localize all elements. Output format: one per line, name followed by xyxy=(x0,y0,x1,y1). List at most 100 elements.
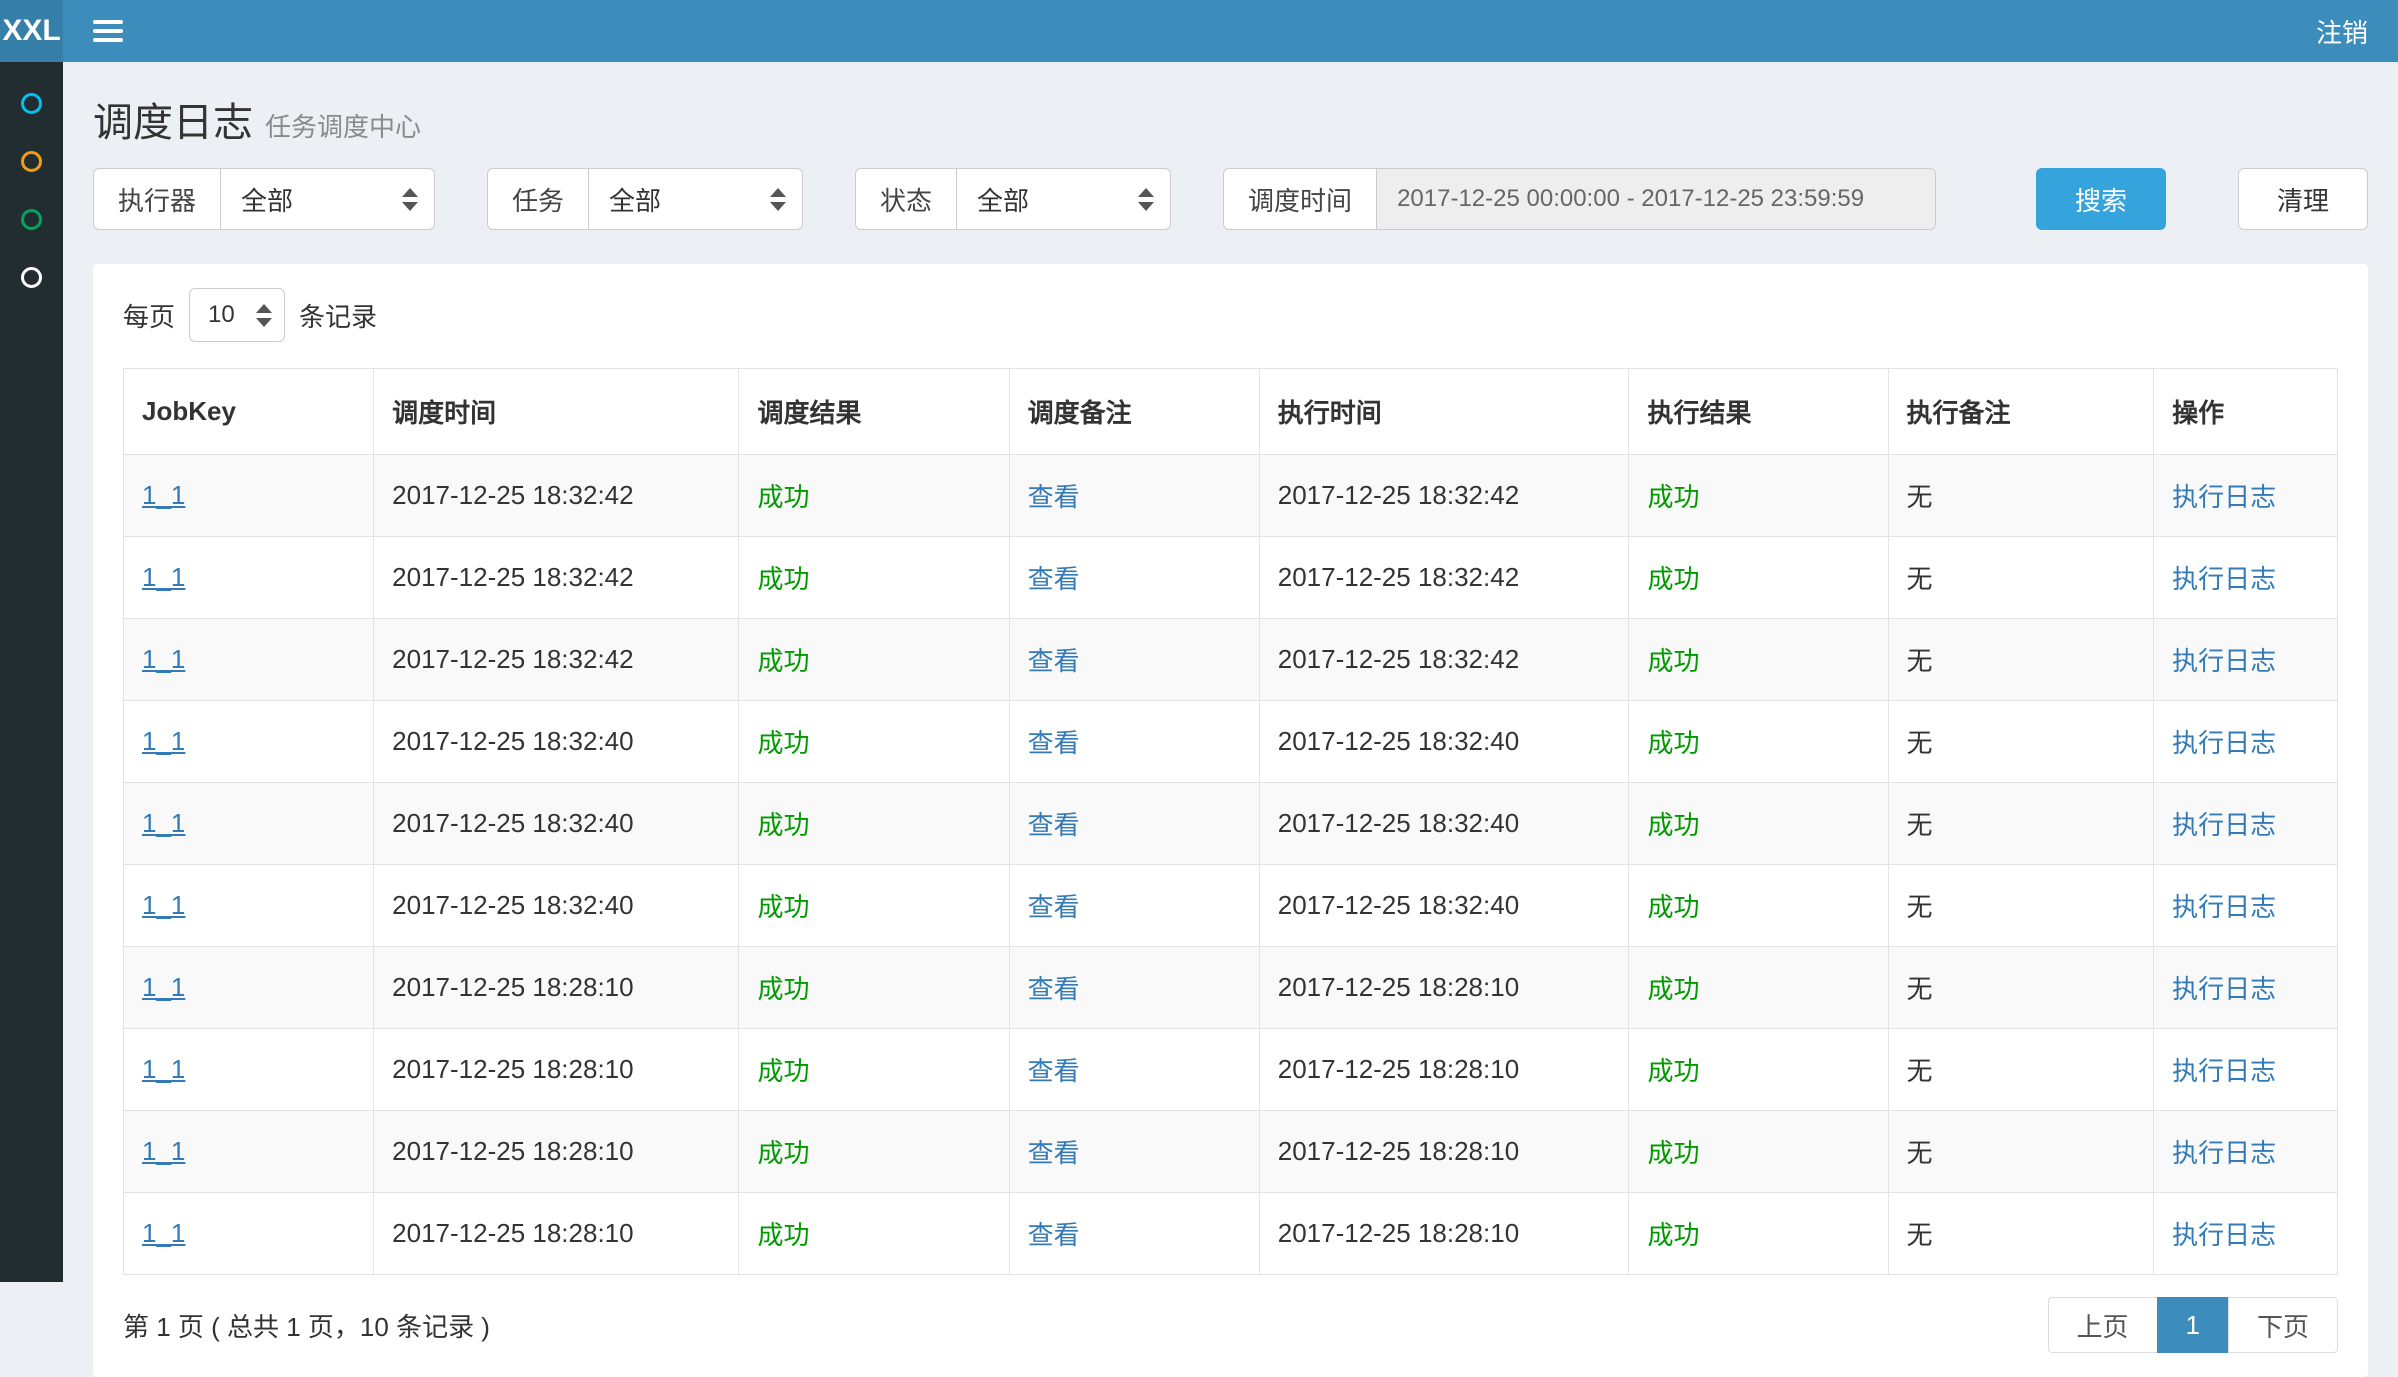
exec-result-text: 成功 xyxy=(1647,1138,1699,1168)
prev-page-button[interactable]: 上页 xyxy=(2048,1297,2158,1353)
log-table-box: 每页 10 条记录 JobKey调度时间调度结果调度备注执行时间执行结果执行备注… xyxy=(93,264,2368,1377)
column-header: JobKey xyxy=(124,369,374,455)
exec-log-link[interactable]: 执行日志 xyxy=(2172,646,2276,676)
exec-log-link[interactable]: 执行日志 xyxy=(2172,728,2276,758)
dispatch-result-text: 成功 xyxy=(757,1138,809,1168)
select-arrows-icon xyxy=(1138,188,1154,211)
page-size-row: 每页 10 条记录 xyxy=(123,288,2338,342)
next-page-button[interactable]: 下页 xyxy=(2228,1297,2338,1353)
time-filter-label: 调度时间 xyxy=(1223,168,1376,230)
column-header: 操作 xyxy=(2154,369,2338,455)
table-row: 1_1 2017-12-25 18:32:42 成功 查看 2017-12-25… xyxy=(124,537,2338,619)
sidebar-toggle-button[interactable] xyxy=(93,15,123,47)
circle-icon xyxy=(21,267,42,288)
exec-result-text: 成功 xyxy=(1647,482,1699,512)
pagination-controls: 上页 1 下页 xyxy=(2048,1297,2339,1353)
dispatch-remark-link[interactable]: 查看 xyxy=(1028,564,1080,594)
job-key-link[interactable]: 1_1 xyxy=(142,480,185,510)
dispatch-remark-link[interactable]: 查看 xyxy=(1028,728,1080,758)
exec-log-link[interactable]: 执行日志 xyxy=(2172,974,2276,1004)
job-key-link[interactable]: 1_1 xyxy=(142,644,185,674)
main-content: 调度日志任务调度中心 执行器 全部 任务 全部 状态 全部 调度时间 xyxy=(63,62,2398,1377)
exec-remark-cell: 无 xyxy=(1888,455,2154,537)
exec-result-text: 成功 xyxy=(1647,1220,1699,1250)
dispatch-time-cell: 2017-12-25 18:32:40 xyxy=(374,783,739,865)
dispatch-remark-link[interactable]: 查看 xyxy=(1028,974,1080,1004)
exec-time-cell: 2017-12-25 18:32:40 xyxy=(1259,865,1629,947)
dispatch-remark-link[interactable]: 查看 xyxy=(1028,482,1080,512)
table-body: 1_1 2017-12-25 18:32:42 成功 查看 2017-12-25… xyxy=(124,455,2338,1275)
time-range-input[interactable] xyxy=(1376,168,1936,230)
search-button[interactable]: 搜索 xyxy=(2036,168,2166,230)
logout-link[interactable]: 注销 xyxy=(2316,13,2368,50)
exec-time-cell: 2017-12-25 18:28:10 xyxy=(1259,1029,1629,1111)
job-key-link[interactable]: 1_1 xyxy=(142,1218,185,1248)
page-size-select[interactable]: 10 xyxy=(189,288,285,342)
status-select[interactable]: 全部 xyxy=(956,168,1171,230)
exec-log-link[interactable]: 执行日志 xyxy=(2172,1056,2276,1086)
exec-remark-cell: 无 xyxy=(1888,1193,2154,1275)
exec-remark-cell: 无 xyxy=(1888,865,2154,947)
dispatch-time-cell: 2017-12-25 18:28:10 xyxy=(374,1111,739,1193)
exec-log-link[interactable]: 执行日志 xyxy=(2172,1220,2276,1250)
sidebar-item-4[interactable] xyxy=(0,248,63,306)
sidebar-item-3[interactable] xyxy=(0,190,63,248)
pagination-row: 第 1 页 ( 总共 1 页，10 条记录 ) 上页 1 下页 xyxy=(123,1297,2338,1353)
exec-remark-cell: 无 xyxy=(1888,1111,2154,1193)
dispatch-remark-link[interactable]: 查看 xyxy=(1028,1056,1080,1086)
job-key-link[interactable]: 1_1 xyxy=(142,972,185,1002)
exec-log-link[interactable]: 执行日志 xyxy=(2172,1138,2276,1168)
exec-time-cell: 2017-12-25 18:32:40 xyxy=(1259,783,1629,865)
status-select-value: 全部 xyxy=(977,181,1029,218)
job-key-link[interactable]: 1_1 xyxy=(142,726,185,756)
table-row: 1_1 2017-12-25 18:32:40 成功 查看 2017-12-25… xyxy=(124,701,2338,783)
hamburger-icon xyxy=(93,20,123,24)
select-arrows-icon xyxy=(402,188,418,211)
filter-bar: 执行器 全部 任务 全部 状态 全部 调度时间 搜索 清理 xyxy=(93,168,2368,230)
dispatch-time-cell: 2017-12-25 18:28:10 xyxy=(374,1029,739,1111)
time-filter-group: 调度时间 xyxy=(1223,168,1936,230)
exec-remark-cell: 无 xyxy=(1888,947,2154,1029)
job-key-link[interactable]: 1_1 xyxy=(142,1054,185,1084)
exec-log-link[interactable]: 执行日志 xyxy=(2172,564,2276,594)
dispatch-remark-link[interactable]: 查看 xyxy=(1028,892,1080,922)
column-header: 调度备注 xyxy=(1009,369,1259,455)
page-title: 调度日志 xyxy=(93,101,253,145)
job-key-link[interactable]: 1_1 xyxy=(142,890,185,920)
job-key-link[interactable]: 1_1 xyxy=(142,1136,185,1166)
column-header: 调度结果 xyxy=(739,369,1009,455)
dispatch-result-text: 成功 xyxy=(757,728,809,758)
exec-remark-cell: 无 xyxy=(1888,701,2154,783)
app-logo: XXL xyxy=(0,0,63,62)
exec-result-text: 成功 xyxy=(1647,646,1699,676)
page-1-button[interactable]: 1 xyxy=(2157,1297,2229,1353)
exec-log-link[interactable]: 执行日志 xyxy=(2172,892,2276,922)
sidebar-item-2[interactable] xyxy=(0,132,63,190)
exec-time-cell: 2017-12-25 18:32:42 xyxy=(1259,619,1629,701)
executor-filter-label: 执行器 xyxy=(93,168,220,230)
executor-select[interactable]: 全部 xyxy=(220,168,435,230)
top-navbar: XXL 注销 xyxy=(0,0,2398,62)
column-header: 调度时间 xyxy=(374,369,739,455)
job-select[interactable]: 全部 xyxy=(588,168,803,230)
sidebar-item-1[interactable] xyxy=(0,74,63,132)
navbar-main: 注销 xyxy=(63,0,2398,62)
circle-icon xyxy=(21,151,42,172)
exec-remark-cell: 无 xyxy=(1888,1029,2154,1111)
table-row: 1_1 2017-12-25 18:32:42 成功 查看 2017-12-25… xyxy=(124,619,2338,701)
clear-button[interactable]: 清理 xyxy=(2238,168,2368,230)
circle-icon xyxy=(21,209,42,230)
dispatch-remark-link[interactable]: 查看 xyxy=(1028,1138,1080,1168)
exec-log-link[interactable]: 执行日志 xyxy=(2172,482,2276,512)
exec-result-text: 成功 xyxy=(1647,728,1699,758)
column-header: 执行备注 xyxy=(1888,369,2154,455)
job-filter-label: 任务 xyxy=(487,168,588,230)
dispatch-remark-link[interactable]: 查看 xyxy=(1028,810,1080,840)
dispatch-remark-link[interactable]: 查看 xyxy=(1028,646,1080,676)
job-key-link[interactable]: 1_1 xyxy=(142,808,185,838)
exec-time-cell: 2017-12-25 18:32:42 xyxy=(1259,537,1629,619)
job-key-link[interactable]: 1_1 xyxy=(142,562,185,592)
dispatch-result-text: 成功 xyxy=(757,482,809,512)
exec-log-link[interactable]: 执行日志 xyxy=(2172,810,2276,840)
dispatch-remark-link[interactable]: 查看 xyxy=(1028,1220,1080,1250)
